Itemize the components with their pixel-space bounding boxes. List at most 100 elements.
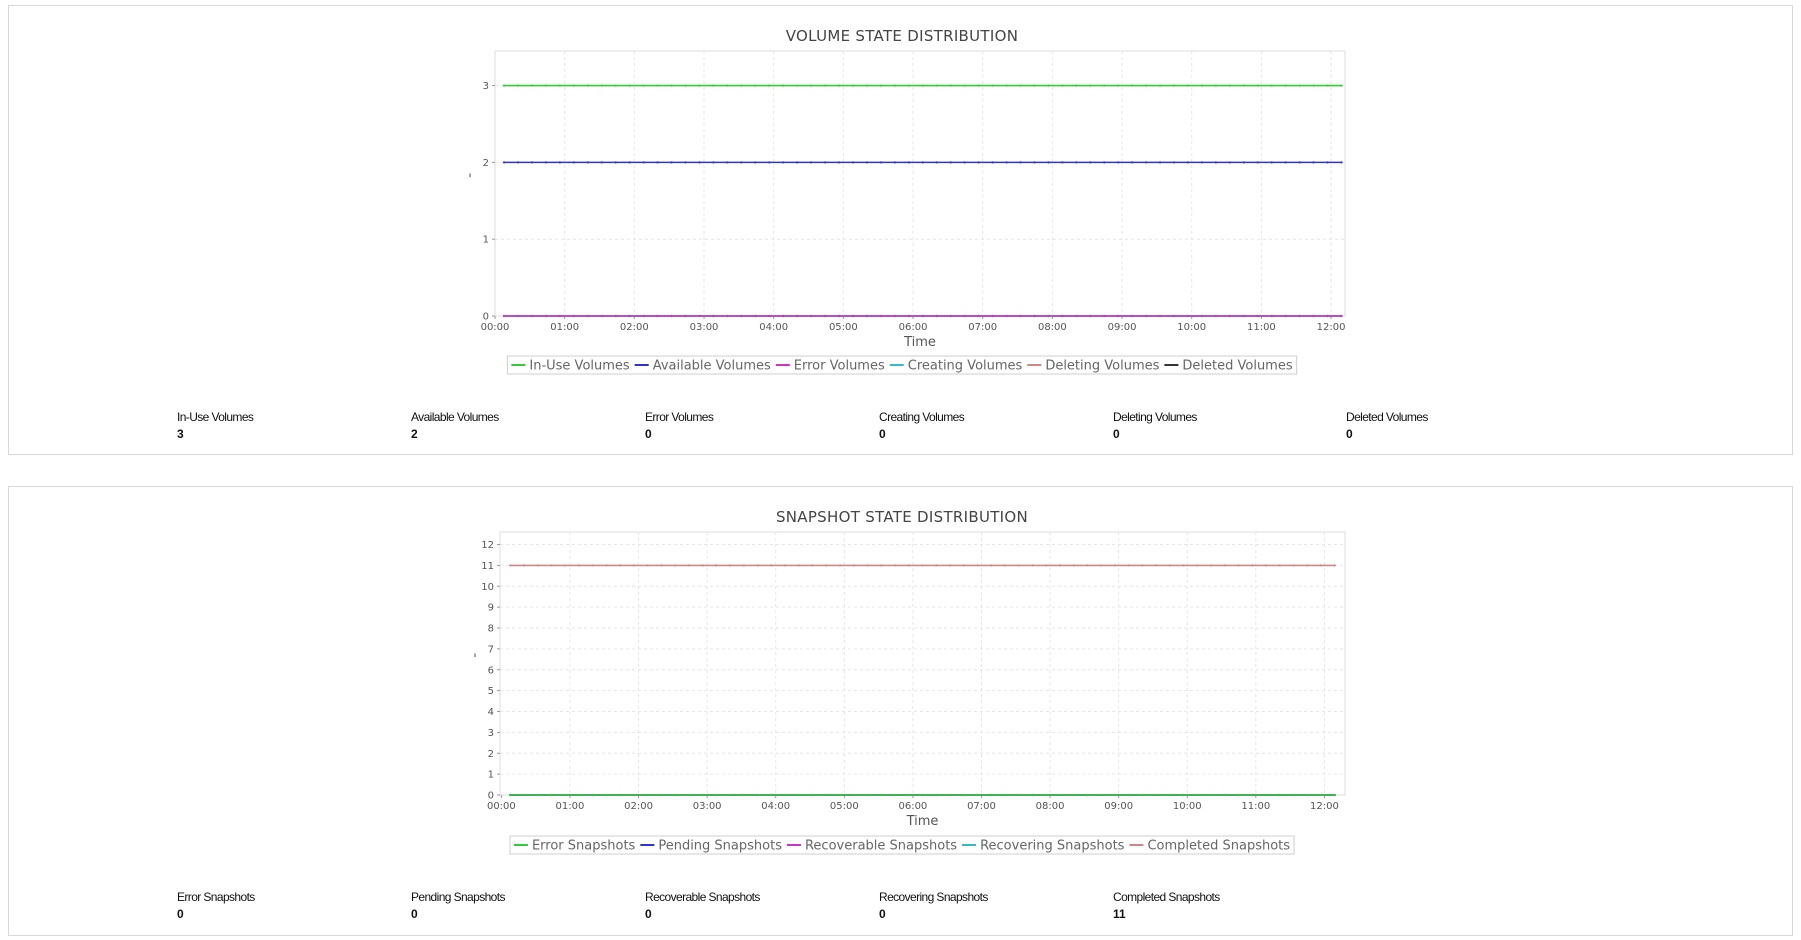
data-point <box>783 793 787 797</box>
stat-deleted-volumes: Deleted Volumes 0 <box>1346 410 1428 441</box>
data-point <box>558 314 561 318</box>
data-point <box>823 314 827 318</box>
legend-item: Recovering Snapshots <box>962 839 1125 854</box>
data-point <box>921 161 924 164</box>
x-tick-label: 08:00 <box>1038 322 1067 333</box>
data-point <box>715 564 718 567</box>
data-point <box>544 161 548 164</box>
data-point <box>1033 84 1036 87</box>
data-point <box>852 793 855 797</box>
data-point <box>1168 793 1171 797</box>
stat-pending-snapshots: Pending Snapshots 0 <box>411 890 505 921</box>
data-point <box>1292 793 1295 797</box>
data-point <box>530 314 534 318</box>
data-point <box>1200 84 1204 87</box>
data-point <box>865 314 869 318</box>
data-point <box>1306 793 1309 797</box>
data-point <box>1005 84 1008 87</box>
data-point <box>1031 564 1034 567</box>
data-point <box>1242 161 1245 164</box>
data-point <box>1242 314 1245 318</box>
data-point <box>1089 84 1092 87</box>
data-point <box>852 564 855 567</box>
data-point <box>687 564 691 567</box>
series-in-use-volumes <box>502 84 1343 87</box>
stat-value: 3 <box>177 427 184 441</box>
data-point <box>893 564 897 567</box>
plot-area <box>499 531 1346 796</box>
data-point <box>1242 84 1245 87</box>
data-point <box>558 84 561 87</box>
volume-state-chart: VOLUME STATE DISTRIBUTION 00:00 01:00 02:00… <box>468 27 1346 375</box>
data-point <box>1033 314 1036 318</box>
data-point <box>530 161 534 164</box>
y-axis-label: ' <box>468 173 472 188</box>
data-point <box>838 564 842 567</box>
data-point <box>701 564 704 567</box>
data-point <box>572 314 575 318</box>
data-point <box>1003 564 1007 567</box>
data-point <box>558 161 561 164</box>
data-point <box>530 84 534 87</box>
data-point <box>866 793 869 797</box>
data-point <box>1117 314 1120 318</box>
data-point <box>1061 84 1064 87</box>
data-point <box>1019 84 1022 87</box>
y-tick-label: 2 <box>488 749 494 760</box>
legend-label: Error Volumes <box>794 359 885 374</box>
data-point <box>1182 793 1185 797</box>
stat-recoverable-snapshots: Recoverable Snapshots 0 <box>645 890 760 921</box>
data-point <box>1251 564 1254 567</box>
legend-label: Available Volumes <box>653 359 771 374</box>
data-point <box>783 564 787 567</box>
data-point <box>1270 161 1273 164</box>
data-point <box>949 314 952 318</box>
x-tick-label: 11:00 <box>1241 801 1270 812</box>
x-tick-label: 05:00 <box>829 322 858 333</box>
data-point <box>893 161 896 164</box>
data-point <box>1103 314 1106 318</box>
data-point <box>810 161 813 164</box>
stat-label: Available Volumes <box>411 410 499 424</box>
y-axis-label: ' <box>473 653 477 668</box>
data-point <box>1172 161 1176 164</box>
data-point <box>865 84 869 87</box>
data-point <box>921 314 924 318</box>
data-point <box>1145 84 1148 87</box>
data-point <box>1251 793 1254 797</box>
y-tick-label: 2 <box>483 158 489 169</box>
stat-completed-snapshots: Completed Snapshots 11 <box>1113 890 1220 921</box>
stat-label: Completed Snapshots <box>1113 890 1220 904</box>
legend-label: Pending Snapshots <box>658 839 782 854</box>
data-point <box>810 314 813 318</box>
x-tick-label: 00:00 <box>487 801 516 812</box>
data-point <box>502 161 506 164</box>
data-point <box>726 84 729 87</box>
x-tick-label: 09:00 <box>1104 801 1133 812</box>
data-point <box>614 84 617 87</box>
y-tick-label: 7 <box>488 644 494 655</box>
y-tick-label: 0 <box>488 791 494 802</box>
data-point <box>991 161 994 164</box>
data-point <box>1075 161 1078 164</box>
data-point <box>866 564 869 567</box>
data-point <box>962 564 965 567</box>
data-point <box>536 793 539 797</box>
data-point <box>1209 793 1213 797</box>
legend-label: In-Use Volumes <box>529 359 630 374</box>
data-point <box>1131 314 1134 318</box>
data-point <box>990 793 993 797</box>
data-point <box>740 84 743 87</box>
plot-area <box>494 50 1346 317</box>
data-point <box>550 564 553 567</box>
data-point <box>646 564 649 567</box>
chart-title: VOLUME STATE DISTRIBUTION <box>786 27 1019 45</box>
data-point <box>963 314 966 318</box>
data-point <box>1270 314 1273 318</box>
data-point <box>1186 84 1190 87</box>
y-tick-label: 12 <box>481 540 494 551</box>
data-point <box>1278 564 1281 567</box>
data-point <box>674 793 677 797</box>
data-point <box>729 564 732 567</box>
data-point <box>1154 564 1158 567</box>
